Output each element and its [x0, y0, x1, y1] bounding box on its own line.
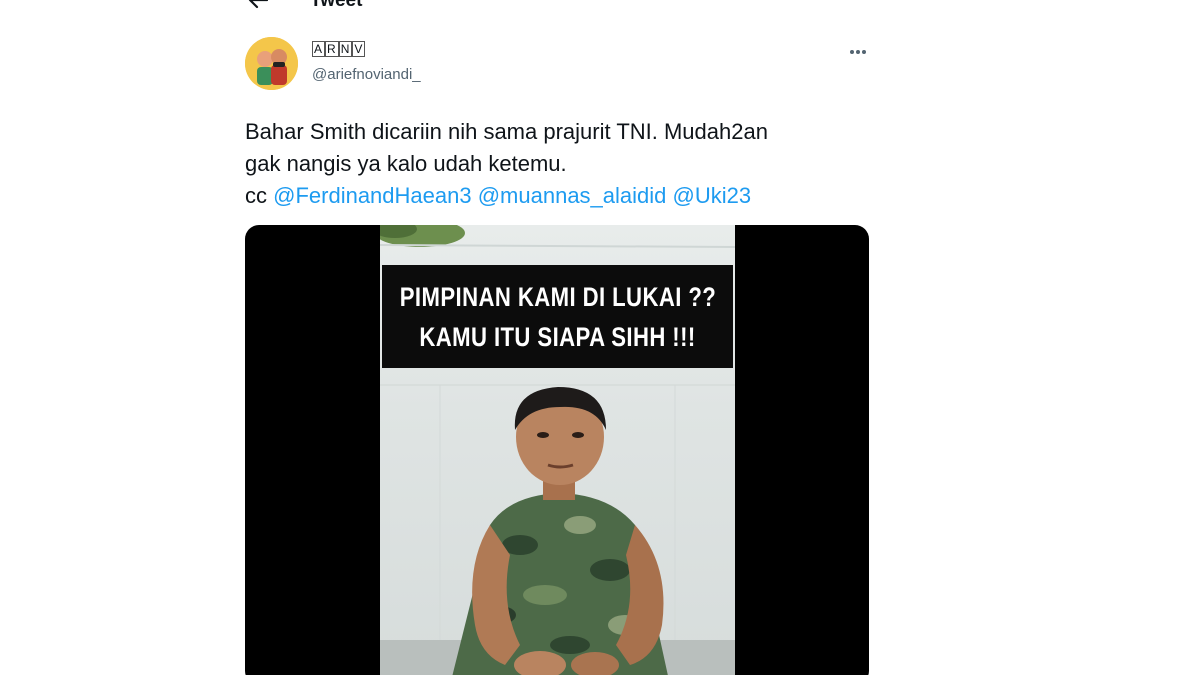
mention-link[interactable]: @FerdinandHaean3 — [273, 183, 471, 208]
display-name-char: N — [338, 41, 353, 57]
tweet-text-line: gak nangis ya kalo udah ketemu. — [245, 151, 567, 176]
mention-link[interactable]: @muannas_alaidid — [478, 183, 667, 208]
display-name-char: V — [352, 41, 366, 57]
video-frame: PIMPINAN KAMI DI LUKAI ?? KAMU ITU SIAPA… — [380, 225, 735, 675]
caption-line: PIMPINAN KAMI DI LUKAI ?? — [399, 281, 716, 312]
tweet-text: Bahar Smith dicariin nih sama prajurit T… — [245, 116, 875, 212]
display-name-char: A — [312, 41, 326, 57]
tweet-text-line: Bahar Smith dicariin nih sama prajurit T… — [245, 119, 768, 144]
more-horizontal-icon — [850, 50, 866, 54]
mention-link[interactable]: @Uki23 — [673, 183, 752, 208]
back-button[interactable] — [244, 0, 272, 12]
tweet-mentions-line: cc @FerdinandHaean3 @muannas_alaidid @Uk… — [245, 180, 875, 212]
arrow-left-icon — [248, 0, 268, 9]
author-display-name[interactable]: ARNV — [312, 41, 366, 57]
caption-line: KAMU ITU SIAPA SIHH !!! — [419, 321, 696, 352]
cc-label: cc — [245, 183, 267, 208]
page-title: Tweet — [310, 0, 363, 11]
display-name-char: R — [325, 41, 339, 57]
video-caption: PIMPINAN KAMI DI LUKAI ?? KAMU ITU SIAPA… — [382, 265, 733, 368]
author-handle[interactable]: @ariefnoviandi_ — [312, 66, 421, 83]
tweet-column: Tweet ARNV @ariefnoviandi_ Bahar Smith d… — [228, 0, 888, 675]
tweet-header: Tweet — [228, 0, 888, 16]
avatar-illustration — [245, 37, 298, 90]
avatar[interactable] — [245, 37, 298, 90]
more-button[interactable] — [846, 44, 870, 60]
tweet-video[interactable]: PIMPINAN KAMI DI LUKAI ?? KAMU ITU SIAPA… — [245, 225, 869, 675]
